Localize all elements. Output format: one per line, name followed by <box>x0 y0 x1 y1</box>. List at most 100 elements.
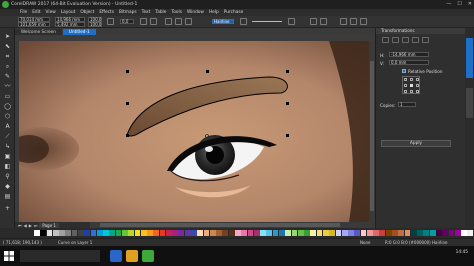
palette-swatch[interactable] <box>128 230 134 236</box>
close-curve-toggle-icon[interactable] <box>310 18 317 25</box>
interactive-fill-tool-icon[interactable]: ◆ <box>3 182 12 191</box>
palette-swatch[interactable] <box>228 230 235 236</box>
palette-swatch[interactable] <box>335 230 342 236</box>
palette-swatch[interactable] <box>329 230 335 236</box>
position-icon[interactable] <box>382 37 389 43</box>
palette-swatch[interactable] <box>442 230 449 236</box>
palette-swatch[interactable] <box>216 230 222 236</box>
palette-swatch[interactable] <box>297 230 304 236</box>
copies-field[interactable]: 1 <box>398 102 416 107</box>
palette-swatch[interactable] <box>360 230 367 236</box>
palette-swatch[interactable] <box>429 230 436 236</box>
palette-swatch[interactable] <box>272 230 279 236</box>
mirror-vertical-icon[interactable] <box>150 18 157 25</box>
palette-swatch[interactable] <box>165 230 172 236</box>
palette-swatch[interactable] <box>71 230 78 236</box>
vertical-scroll-thumb[interactable] <box>370 61 374 211</box>
palette-swatch[interactable] <box>115 230 122 236</box>
menu-view[interactable]: View <box>46 10 56 15</box>
palette-swatch[interactable] <box>241 230 248 236</box>
menu-window[interactable]: Window <box>187 10 204 15</box>
relative-position-checkbox[interactable] <box>402 69 406 73</box>
wrap-text-icon[interactable] <box>185 18 192 25</box>
palette-swatch[interactable] <box>417 230 423 236</box>
palette-swatch[interactable] <box>103 230 109 236</box>
palette-swatch[interactable] <box>278 230 285 236</box>
smart-fill-tool-icon[interactable]: ▤ <box>3 192 12 201</box>
menu-text[interactable]: Text <box>142 10 151 15</box>
palette-swatch[interactable] <box>291 230 298 236</box>
palette-swatch[interactable] <box>423 230 430 236</box>
text-tool-icon[interactable]: A <box>3 122 12 131</box>
pick-tool-icon[interactable]: ➤ <box>3 32 12 41</box>
palette-swatch[interactable] <box>366 230 373 236</box>
horizontal-scroll-thumb[interactable] <box>100 223 340 227</box>
v-position-field[interactable]: 0,0 mm <box>389 60 429 65</box>
rectangle-tool-icon[interactable]: ▭ <box>3 92 12 101</box>
system-clock[interactable]: 14:45 <box>456 250 468 255</box>
height-field[interactable]: 5,492 mm <box>55 22 85 27</box>
taskbar-app-icon[interactable] <box>110 250 122 262</box>
palette-swatch[interactable] <box>153 230 160 236</box>
polygon-tool-icon[interactable]: ⬡ <box>3 112 12 121</box>
palette-swatch[interactable] <box>77 230 84 236</box>
palette-swatch[interactable] <box>348 230 354 236</box>
windows-start-icon[interactable] <box>4 251 14 261</box>
add-tool-icon[interactable]: + <box>3 204 12 213</box>
y-position-field[interactable]: 101,659 mm <box>18 22 50 27</box>
maximize-button[interactable]: ☐ <box>457 1 461 7</box>
palette-swatch[interactable] <box>40 230 47 236</box>
menu-layout[interactable]: Layout <box>61 10 76 15</box>
ellipse-tool-icon[interactable]: ◯ <box>3 102 12 111</box>
palette-swatch[interactable] <box>209 230 216 236</box>
transparency-tool-icon[interactable]: ◧ <box>3 162 12 171</box>
first-page-icon[interactable]: ⏮ <box>18 223 22 228</box>
to-back-icon[interactable] <box>350 18 357 25</box>
parallel-dimension-tool-icon[interactable]: ⟋ <box>3 132 12 141</box>
palette-swatch[interactable] <box>253 230 260 236</box>
palette-swatch[interactable] <box>52 230 59 236</box>
drop-shadow-tool-icon[interactable]: ▣ <box>3 152 12 161</box>
palette-swatch[interactable] <box>96 230 103 236</box>
palette-swatch[interactable] <box>285 230 292 236</box>
drawing-canvas[interactable] <box>19 41 375 222</box>
node-tools-icon[interactable] <box>165 18 172 25</box>
close-button[interactable]: ✕ <box>468 1 472 7</box>
connector-tool-icon[interactable]: ↳ <box>3 142 12 151</box>
menu-purchase[interactable]: Purchase <box>224 10 244 15</box>
palette-swatch[interactable] <box>266 230 273 236</box>
menu-edit[interactable]: Edit <box>32 10 40 15</box>
lock-ratio-icon[interactable] <box>107 18 114 25</box>
prev-page-icon[interactable]: ◀ <box>24 223 27 228</box>
next-page-icon[interactable]: ▶ <box>29 223 32 228</box>
apply-button[interactable]: Apply <box>381 140 451 147</box>
menu-bitmaps[interactable]: Bitmaps <box>119 10 137 15</box>
palette-swatch[interactable] <box>354 230 361 236</box>
palette-swatch[interactable] <box>385 230 392 236</box>
mirror-horizontal-icon[interactable] <box>140 18 147 25</box>
palette-swatch[interactable] <box>410 230 417 236</box>
artistic-media-tool-icon[interactable]: 〰 <box>3 82 12 91</box>
palette-swatch[interactable] <box>90 230 97 236</box>
palette-swatch[interactable] <box>260 230 266 236</box>
close-curve-icon[interactable] <box>175 18 182 25</box>
palette-swatch[interactable] <box>404 230 411 236</box>
end-arrowhead-icon[interactable] <box>288 18 295 25</box>
taskbar-search-box[interactable] <box>20 250 100 262</box>
palette-swatch[interactable] <box>178 230 185 236</box>
anchor-point-grid[interactable] <box>402 76 420 94</box>
palette-swatch[interactable] <box>436 230 442 236</box>
palette-swatch[interactable] <box>65 230 72 236</box>
menu-table[interactable]: Table <box>155 10 166 15</box>
file-explorer-icon[interactable] <box>126 250 138 262</box>
palette-swatch[interactable] <box>392 230 398 236</box>
menu-file[interactable]: File <box>20 10 27 15</box>
convert-to-curves-icon[interactable] <box>360 18 367 25</box>
palette-swatch[interactable] <box>467 230 474 236</box>
palette-swatch[interactable] <box>121 230 128 236</box>
coreldraw-taskbar-icon[interactable] <box>142 250 154 262</box>
palette-swatch[interactable] <box>310 230 317 236</box>
menu-tools[interactable]: Tools <box>171 10 182 15</box>
palette-swatch[interactable] <box>203 230 210 236</box>
palette-swatch[interactable] <box>184 230 191 236</box>
